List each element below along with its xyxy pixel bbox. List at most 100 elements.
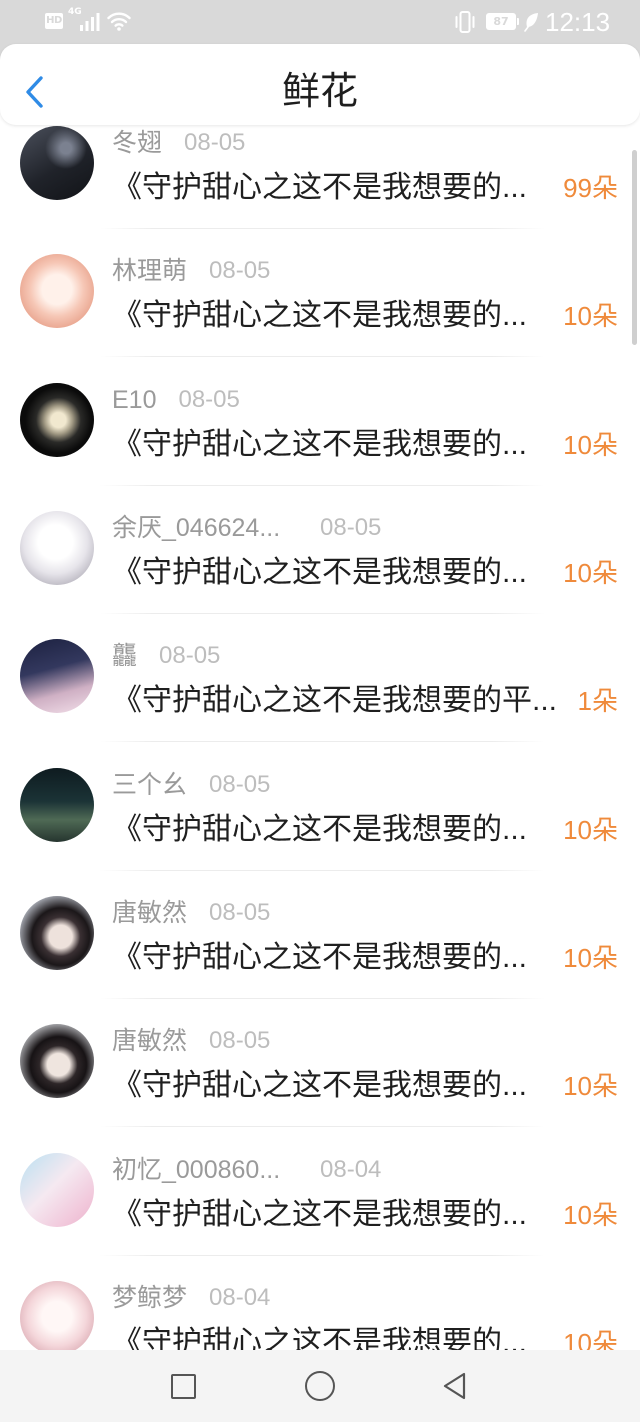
- user-name: E10: [112, 385, 157, 414]
- item-meta: 龘 08-05: [112, 642, 220, 670]
- book-title: 《守护甜心之这不是我想要的...: [112, 555, 528, 589]
- book-title: 《守护甜心之这不是我想要的...: [112, 940, 528, 974]
- item-detail: 《守护甜心之这不是我想要的... 10朵: [112, 553, 618, 593]
- list-item[interactable]: 唐敏然 08-05 《守护甜心之这不是我想要的... 10朵: [0, 1021, 640, 1149]
- flower-count: 99朵: [563, 173, 618, 203]
- user-name: 唐敏然: [112, 1027, 188, 1056]
- book-title: 《守护甜心之这不是我想要的...: [112, 812, 528, 846]
- avatar[interactable]: [20, 639, 94, 714]
- divider: [100, 356, 545, 358]
- hd-badge: HD: [45, 13, 63, 29]
- square-icon[interactable]: [170, 1373, 196, 1399]
- avatar[interactable]: [20, 1024, 94, 1099]
- flower-count: 1朵: [577, 686, 618, 717]
- flower-count: 10朵: [563, 301, 618, 332]
- list-item[interactable]: 余厌_046624... 08-05 《守护甜心之这不是我想要的... 10朵: [0, 508, 640, 636]
- gift-date: 08-04: [320, 1155, 382, 1183]
- flower-list: 冬翅 08-05 《守护甜心之这不是我想要的... 99朵 林理萌 08-05 …: [0, 123, 640, 1406]
- divider: [100, 1254, 545, 1256]
- gift-date: 08-05: [209, 898, 271, 926]
- home-button[interactable]: [280, 1350, 360, 1422]
- list-item[interactable]: E10 08-05 《守护甜心之这不是我想要的... 10朵: [0, 380, 640, 508]
- page-title: 鲜花: [281, 71, 358, 113]
- user-name: 林理萌: [112, 257, 188, 286]
- item-meta: 唐敏然 08-05: [112, 1027, 270, 1055]
- item-detail: 《守护甜心之这不是我想要的... 10朵: [112, 810, 618, 850]
- avatar[interactable]: [20, 767, 94, 842]
- flower-count: 10朵: [563, 1199, 618, 1230]
- gift-date: 08-05: [209, 1027, 271, 1055]
- item-meta: 初忆_000860... 08-04: [112, 1156, 381, 1184]
- item-meta: 林理萌 08-05: [112, 257, 270, 285]
- item-detail: 《守护甜心之这不是我想要的... 10朵: [112, 1066, 618, 1106]
- leaf-icon: [524, 13, 538, 32]
- item-detail: 《守护甜心之这不是我想要的... 10朵: [112, 296, 618, 336]
- item-meta: 余厌_046624... 08-05: [112, 514, 381, 542]
- flower-count: 10朵: [563, 1071, 618, 1102]
- item-detail: 《守护甜心之这不是我想要的... 10朵: [112, 425, 618, 465]
- item-detail: 《守护甜心之这不是我想要的... 99朵: [112, 168, 618, 208]
- avatar[interactable]: [20, 254, 94, 329]
- book-title: 《守护甜心之这不是我想要的...: [112, 427, 528, 461]
- vibrate-icon: [455, 11, 475, 33]
- item-meta: 三个幺 08-05: [112, 771, 270, 799]
- clock: 12:13: [545, 7, 611, 37]
- battery-icon: 87: [486, 13, 519, 30]
- item-meta: 梦鲸梦 08-04: [112, 1284, 270, 1312]
- divider: [100, 612, 545, 614]
- avatar[interactable]: [20, 126, 94, 200]
- book-title: 《守护甜心之这不是我想要的...: [112, 1197, 528, 1231]
- user-name: 初忆_000860...: [112, 1155, 281, 1184]
- divider: [100, 869, 545, 871]
- divider: [100, 741, 545, 743]
- circle-icon[interactable]: [305, 1371, 335, 1401]
- list-item[interactable]: 初忆_000860... 08-04 《守护甜心之这不是我想要的... 10朵: [0, 1150, 640, 1278]
- gift-date: 08-05: [320, 513, 382, 541]
- user-name: 余厌_046624...: [112, 513, 281, 542]
- recent-apps-button[interactable]: [143, 1350, 223, 1422]
- item-meta: E10 08-05: [112, 386, 240, 414]
- item-detail: 《守护甜心之这不是我想要的平... 1朵: [112, 681, 618, 721]
- list-item[interactable]: 林理萌 08-05 《守护甜心之这不是我想要的... 10朵: [0, 251, 640, 379]
- item-detail: 《守护甜心之这不是我想要的... 10朵: [112, 1195, 618, 1235]
- book-title: 《守护甜心之这不是我想要的...: [112, 1069, 528, 1103]
- gift-date: 08-05: [159, 642, 221, 670]
- list-item[interactable]: 龘 08-05 《守护甜心之这不是我想要的平... 1朵: [0, 636, 640, 764]
- divider: [100, 484, 545, 486]
- list-item[interactable]: 冬翅 08-05 《守护甜心之这不是我想要的... 99朵: [0, 123, 640, 251]
- user-name: 冬翅: [112, 129, 163, 157]
- avatar[interactable]: [20, 1152, 94, 1227]
- list-item[interactable]: 唐敏然 08-05 《守护甜心之这不是我想要的... 10朵: [0, 893, 640, 1021]
- gift-date: 08-05: [209, 770, 271, 798]
- user-name: 龘: [112, 642, 138, 671]
- flower-count: 10朵: [563, 557, 618, 588]
- avatar[interactable]: [20, 895, 94, 970]
- book-title: 《守护甜心之这不是我想要的平...: [112, 684, 558, 718]
- back-nav-button[interactable]: [415, 1350, 495, 1422]
- scrollbar-thumb[interactable]: [632, 150, 637, 345]
- user-name: 三个幺: [112, 770, 188, 799]
- divider: [100, 228, 545, 229]
- user-name: 唐敏然: [112, 898, 188, 927]
- gift-date: 08-05: [178, 385, 240, 413]
- flower-count: 10朵: [563, 429, 618, 460]
- user-name: 梦鲸梦: [112, 1283, 188, 1312]
- avatar[interactable]: [20, 510, 94, 585]
- avatar[interactable]: [20, 1280, 94, 1355]
- list-item[interactable]: 三个幺 08-05 《守护甜心之这不是我想要的... 10朵: [0, 765, 640, 893]
- item-meta: 冬翅 08-05: [112, 129, 245, 157]
- gift-date: 08-05: [184, 129, 246, 156]
- battery-level: 87: [493, 15, 509, 28]
- triangle-back-icon[interactable]: [441, 1371, 469, 1401]
- page-header: 鲜花: [0, 44, 640, 125]
- item-detail: 《守护甜心之这不是我想要的... 10朵: [112, 938, 618, 978]
- item-meta: 唐敏然 08-05: [112, 899, 270, 927]
- signal-icon: [80, 13, 100, 31]
- avatar[interactable]: [20, 382, 94, 457]
- gift-date: 08-04: [209, 1283, 271, 1311]
- gift-date: 08-05: [209, 257, 271, 285]
- system-nav-bar: [0, 1350, 640, 1422]
- divider: [100, 1126, 545, 1128]
- divider: [100, 997, 545, 999]
- book-title: 《守护甜心之这不是我想要的...: [112, 171, 528, 204]
